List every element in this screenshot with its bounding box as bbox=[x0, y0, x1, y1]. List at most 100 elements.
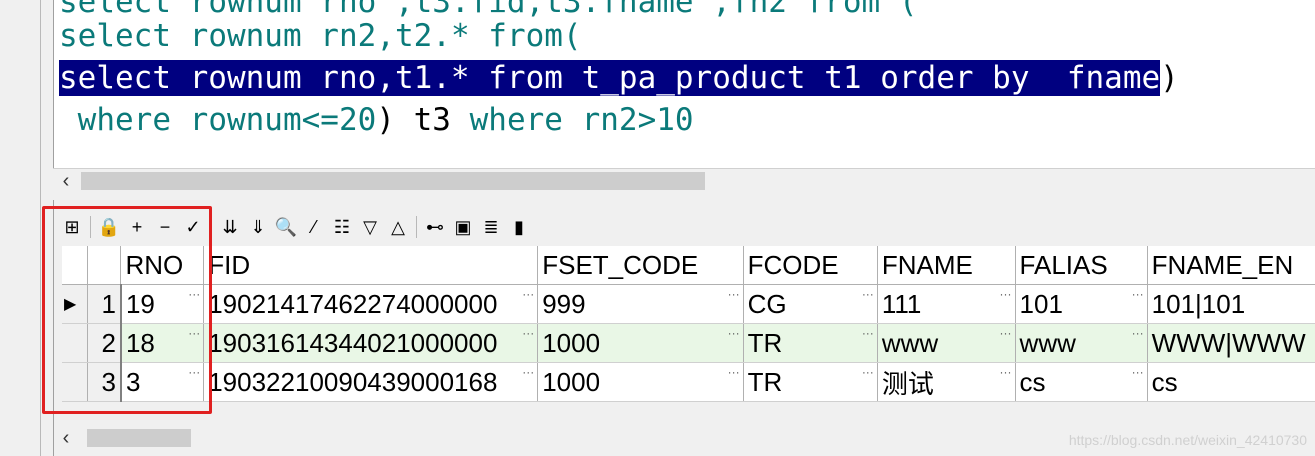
table-row[interactable]: 3 3 ··· 19032210090439000168 ··· 1000 ··· TR ···… bbox=[62, 362, 1315, 402]
cell-fcode[interactable]: TR ··· bbox=[743, 362, 878, 402]
cell-fname_en[interactable]: WWW|WWW bbox=[1147, 323, 1315, 363]
cell-rno[interactable]: 19 ··· bbox=[120, 284, 205, 324]
cell-fid[interactable]: 19032210090439000168 ··· bbox=[203, 362, 539, 402]
code-token: rn2> bbox=[581, 102, 657, 138]
column-header-label: RNO bbox=[125, 249, 184, 280]
minus-icon[interactable]: − bbox=[153, 215, 177, 239]
clear-icon[interactable]: ⁄ bbox=[302, 215, 326, 239]
triangle-down-icon[interactable]: ▽ bbox=[358, 215, 382, 239]
cell-edit-icon[interactable]: ··· bbox=[862, 365, 874, 379]
table-row[interactable]: ▶ 1 19 ··· 19021417462274000000 ··· 999 ··· CG ··… bbox=[62, 284, 1315, 324]
row-number: 2 bbox=[87, 323, 122, 363]
stack-icon[interactable]: ≣ bbox=[479, 215, 503, 239]
tree-icon[interactable]: ⊷ bbox=[423, 215, 447, 239]
cell-edit-icon[interactable]: ··· bbox=[728, 287, 740, 301]
chart-icon[interactable]: ▮ bbox=[507, 215, 531, 239]
cell-edit-icon[interactable]: ··· bbox=[728, 365, 740, 379]
column-header-label: FSET_CODE bbox=[542, 249, 699, 280]
cell-value: 101 bbox=[1019, 288, 1063, 319]
scroll-left-icon[interactable]: ‹ bbox=[53, 426, 79, 450]
cell-fname[interactable]: 111 ··· bbox=[877, 284, 1016, 324]
cell-edit-icon[interactable]: ··· bbox=[522, 287, 534, 301]
triangle-up-icon[interactable]: △ bbox=[386, 215, 410, 239]
column-header-fset_code[interactable]: FSET_CODE bbox=[537, 246, 744, 285]
table-row[interactable]: 2 18 ··· 19031614344021000000 ··· 1000 ··· TR ··… bbox=[62, 323, 1315, 363]
cell-value: CG bbox=[747, 288, 787, 319]
cell-edit-icon[interactable]: ··· bbox=[1132, 287, 1144, 301]
plus-icon[interactable]: + bbox=[125, 215, 149, 239]
cell-edit-icon[interactable]: ··· bbox=[522, 365, 534, 379]
column-header-fname_en[interactable]: FNAME_EN bbox=[1147, 246, 1315, 285]
result-grid[interactable]: RNO FID FSET_CODE FCODE FNAME FALIAS FNAME_EN … bbox=[62, 246, 1315, 402]
cell-fid[interactable]: 19031614344021000000 ··· bbox=[203, 323, 539, 363]
cell-fname_en[interactable]: cs bbox=[1147, 362, 1315, 402]
code-line-3: select rownum rno,t1.* from t_pa_product… bbox=[59, 58, 1179, 98]
cell-fcode[interactable]: TR ··· bbox=[743, 323, 878, 363]
cell-fname[interactable]: www ··· bbox=[877, 323, 1016, 363]
cell-value: 19021417462274000000 bbox=[208, 288, 498, 319]
query-icon[interactable]: ☷ bbox=[330, 215, 354, 239]
cell-falias[interactable]: cs ··· bbox=[1015, 362, 1148, 402]
cell-fset_code[interactable]: 999 ··· bbox=[537, 284, 744, 324]
column-header-fname[interactable]: FNAME bbox=[877, 246, 1016, 285]
scroll-left-icon[interactable]: ‹ bbox=[53, 169, 79, 193]
column-header-fid[interactable]: FID bbox=[203, 246, 539, 285]
cell-edit-icon[interactable]: ··· bbox=[188, 365, 200, 379]
cell-fcode[interactable]: CG ··· bbox=[743, 284, 878, 324]
cell-edit-icon[interactable]: ··· bbox=[1000, 326, 1012, 340]
scroll-thumb[interactable] bbox=[87, 429, 191, 447]
cell-value: 测试 bbox=[881, 368, 934, 399]
cell-value: www bbox=[881, 327, 939, 358]
save-icon[interactable]: ▣ bbox=[451, 215, 475, 239]
lock-icon[interactable]: 🔒 bbox=[97, 215, 121, 239]
code-token: 10 bbox=[656, 102, 694, 138]
row-number: 1 bbox=[87, 284, 122, 324]
code-token: from( bbox=[488, 18, 582, 54]
cell-fset_code[interactable]: 1000 ··· bbox=[537, 323, 744, 363]
cell-edit-icon[interactable]: ··· bbox=[188, 326, 200, 340]
code-token: where bbox=[59, 102, 190, 138]
cell-edit-icon[interactable]: ··· bbox=[1000, 365, 1012, 379]
cell-edit-icon[interactable]: ··· bbox=[862, 287, 874, 301]
cell-edit-icon[interactable]: ··· bbox=[728, 326, 740, 340]
code-token: select rownum rno,t1.* from t_pa_product… bbox=[59, 60, 1161, 96]
cell-value: 1000 bbox=[542, 327, 601, 358]
column-header-rno[interactable]: RNO bbox=[120, 246, 205, 285]
sql-editor[interactable]: select rownum rno ,t3.fid,t3.fname ,fn2 … bbox=[53, 0, 1315, 168]
binoculars-icon[interactable]: 🔍 bbox=[274, 215, 298, 239]
column-header-falias[interactable]: FALIAS bbox=[1015, 246, 1148, 285]
scroll-thumb[interactable] bbox=[81, 172, 705, 190]
cell-rno[interactable]: 3 ··· bbox=[120, 362, 205, 402]
current-row-indicator-icon: ▶ bbox=[62, 284, 88, 324]
code-token: 20 bbox=[338, 102, 377, 138]
code-token: ) t3 bbox=[376, 102, 470, 138]
column-header-fcode[interactable]: FCODE bbox=[743, 246, 878, 285]
cell-rno[interactable]: 18 ··· bbox=[120, 323, 205, 363]
left-panel-edge bbox=[0, 0, 34, 456]
column-header-label: FNAME_EN bbox=[1151, 249, 1294, 280]
cell-fid[interactable]: 19021417462274000000 ··· bbox=[203, 284, 539, 324]
cell-edit-icon[interactable]: ··· bbox=[1000, 287, 1012, 301]
column-header-label: FNAME bbox=[881, 249, 973, 280]
fetch-last-icon[interactable]: ⇓ bbox=[246, 215, 270, 239]
cell-fname_en[interactable]: 101|101 bbox=[1147, 284, 1315, 324]
corner-cell bbox=[62, 246, 88, 285]
check-icon[interactable]: ✓ bbox=[181, 215, 205, 239]
cell-value: TR bbox=[747, 366, 783, 397]
cell-falias[interactable]: www ··· bbox=[1015, 323, 1148, 363]
fetch-next-icon[interactable]: ⇊ bbox=[218, 215, 242, 239]
cell-fset_code[interactable]: 1000 ··· bbox=[537, 362, 744, 402]
column-header-label: FID bbox=[208, 249, 251, 280]
cell-value: 1000 bbox=[542, 366, 601, 397]
cell-falias[interactable]: 101 ··· bbox=[1015, 284, 1148, 324]
grid-icon[interactable]: ⊞ bbox=[60, 215, 84, 239]
cell-edit-icon[interactable]: ··· bbox=[188, 287, 200, 301]
cell-edit-icon[interactable]: ··· bbox=[1132, 365, 1144, 379]
cell-edit-icon[interactable]: ··· bbox=[522, 326, 534, 340]
result-grid-panel: ⊞ 🔒 + − ✓ ⇊ ⇓ 🔍 ⁄ ☷ ▽ △ ⊷ ▣ ≣ ▮ RNO FID FSET_CODE FCODE FNA… bbox=[53, 200, 1315, 456]
cell-edit-icon[interactable]: ··· bbox=[1132, 326, 1144, 340]
grid-toolbar: ⊞ 🔒 + − ✓ ⇊ ⇓ 🔍 ⁄ ☷ ▽ △ ⊷ ▣ ≣ ▮ bbox=[60, 212, 531, 242]
cell-fname[interactable]: 测试 ··· bbox=[877, 362, 1016, 402]
editor-horizontal-scrollbar[interactable]: ‹ bbox=[53, 168, 1315, 193]
cell-edit-icon[interactable]: ··· bbox=[862, 326, 874, 340]
